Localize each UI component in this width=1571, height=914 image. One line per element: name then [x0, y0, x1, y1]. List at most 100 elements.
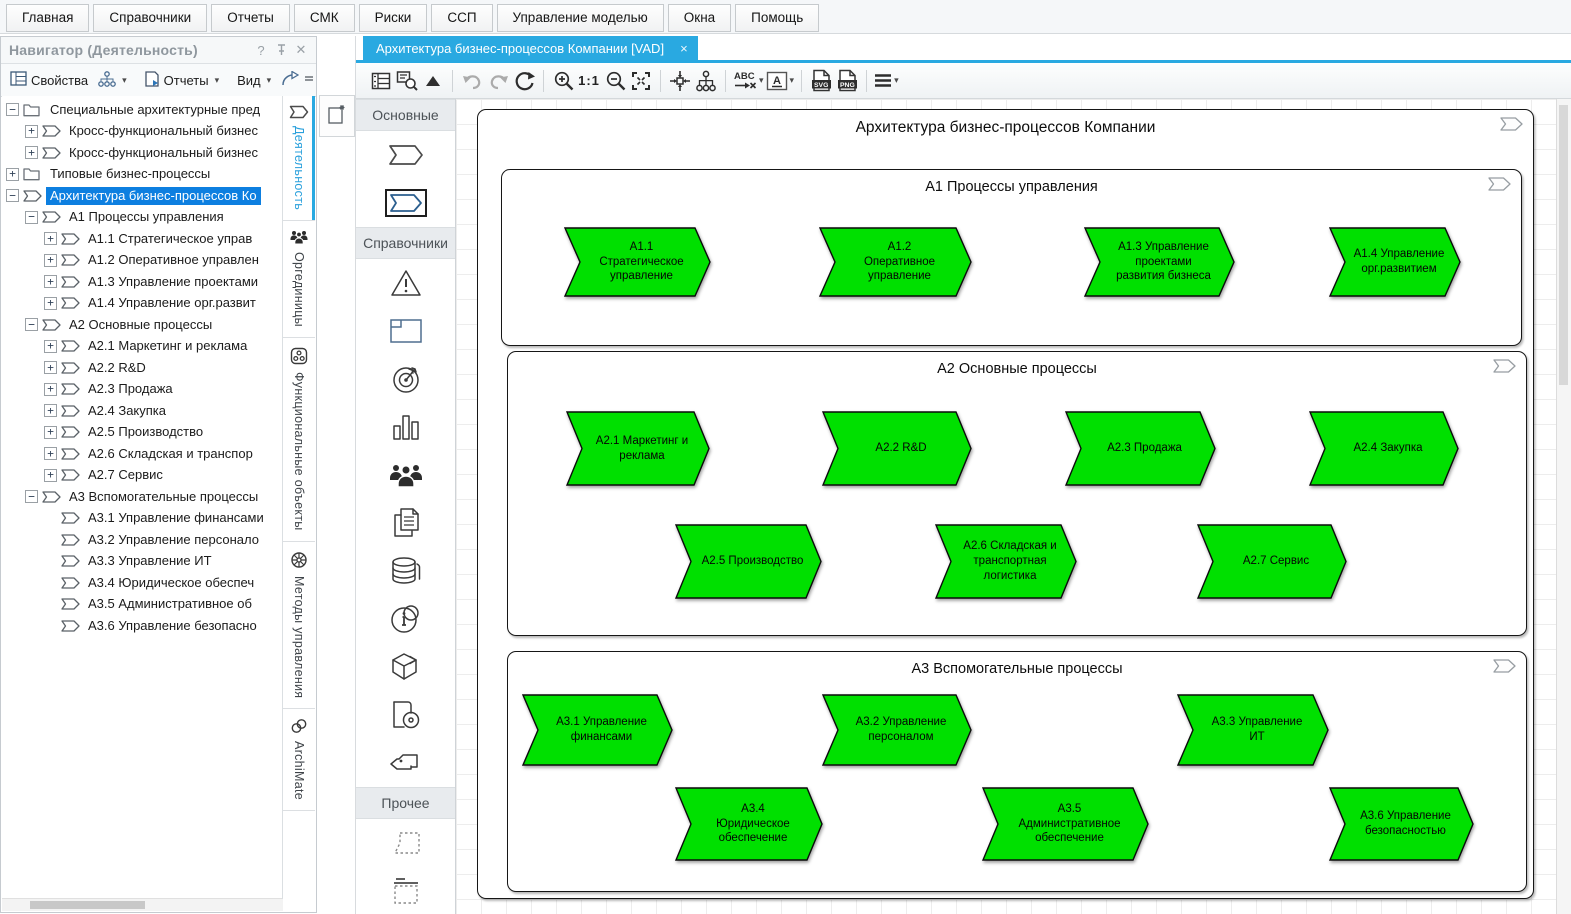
tree-expander-minus[interactable]: − — [25, 490, 38, 503]
font-style-button[interactable]: A▾ — [765, 68, 796, 94]
tree-expander-plus[interactable]: + — [44, 469, 57, 482]
menu-item-ССП[interactable]: ССП — [431, 4, 492, 32]
close-icon[interactable]: ✕ — [292, 41, 310, 59]
category-tab-Деятельность[interactable]: Деятельность — [283, 96, 315, 221]
palette-item-documents[interactable] — [356, 499, 455, 547]
tree-expander-plus[interactable]: + — [44, 275, 57, 288]
pin-icon[interactable] — [272, 41, 290, 59]
export-png-button[interactable]: PNG — [834, 68, 860, 94]
tree-item[interactable]: +Кросс-функциональный бизнес — [2, 121, 283, 143]
process-shape[interactable]: А1.2 Оперативное управление — [819, 227, 972, 297]
hierarchy-button[interactable]: ▾ — [93, 68, 132, 93]
tree-layout-button[interactable] — [693, 68, 719, 94]
process-shape[interactable]: А3.5 Административное обеспечение — [982, 787, 1149, 861]
tree-item[interactable]: −Архитектура бизнес-процессов Ко — [2, 185, 283, 207]
new-view-button[interactable] — [319, 95, 355, 137]
tree-item[interactable]: +А2.4 Закупка — [2, 400, 283, 422]
tree-item[interactable]: А3.4 Юридическое обеспеч — [2, 572, 283, 594]
close-icon[interactable]: × — [680, 41, 688, 56]
properties-button[interactable] — [368, 68, 394, 94]
help-icon[interactable]: ? — [252, 41, 270, 59]
tree-expander-plus[interactable]: + — [44, 426, 57, 439]
process-shape[interactable]: А2.3 Продажа — [1065, 411, 1216, 486]
properties-button[interactable]: Свойства — [5, 68, 93, 92]
tree-item[interactable]: −Специальные архитектурные пред — [2, 99, 283, 121]
menu-item-Справочники[interactable]: Справочники — [93, 4, 207, 32]
canvas-vertical-scrollbar[interactable] — [1556, 99, 1571, 914]
tree-expander-plus[interactable]: + — [25, 146, 38, 159]
palette-item-tags[interactable] — [356, 739, 455, 787]
palette-item-cube[interactable] — [356, 643, 455, 691]
scrollbar-thumb[interactable] — [30, 901, 145, 909]
menu-item-Управление моделью[interactable]: Управление моделью — [497, 4, 664, 32]
tree-expander-plus[interactable]: + — [44, 340, 57, 353]
category-tab-Оргединицы[interactable]: Оргединицы — [283, 221, 315, 338]
diagram-canvas[interactable]: Архитектура бизнес-процессов КомпанииА1 … — [456, 99, 1571, 914]
tree-item[interactable]: +Типовые бизнес-процессы — [2, 164, 283, 186]
palette-item-target[interactable] — [356, 355, 455, 403]
tree-item[interactable]: +А1.2 Оперативное управлен — [2, 250, 283, 272]
hide-labels-button[interactable]: ABC▾ — [732, 68, 765, 94]
palette-item-database[interactable] — [356, 547, 455, 595]
tree-expander-plus[interactable]: + — [44, 361, 57, 374]
find-on-diagram-button[interactable] — [394, 68, 420, 94]
menu-item-Помощь[interactable]: Помощь — [735, 4, 819, 32]
fit-content-button[interactable] — [667, 68, 693, 94]
fit-screen-button[interactable] — [628, 68, 654, 94]
tree-item[interactable]: +А1.1 Стратегическое управ — [2, 228, 283, 250]
palette-item-dashed-shape[interactable] — [356, 819, 455, 867]
tree-item[interactable]: А3.6 Управление безопасно — [2, 615, 283, 637]
tree-expander-plus[interactable]: + — [6, 168, 19, 181]
tree-expander-minus[interactable]: − — [25, 318, 38, 331]
process-shape[interactable]: А1.3 Управление проектами развития бизне… — [1084, 227, 1235, 297]
diagram-menu-button[interactable]: ▾ — [873, 68, 900, 94]
palette-item-bar-chart[interactable] — [356, 403, 455, 451]
undo-button[interactable] — [459, 68, 485, 94]
palette-item-warning-triangle[interactable] — [356, 259, 455, 307]
tree-item[interactable]: +А2.5 Производство — [2, 422, 283, 444]
palette-item-info[interactable] — [356, 595, 455, 643]
tree-expander-plus[interactable]: + — [44, 297, 57, 310]
menu-item-Главная[interactable]: Главная — [6, 4, 89, 32]
menu-item-Риски[interactable]: Риски — [359, 4, 428, 32]
diagram-tab[interactable]: Архитектура бизнес-процессов Компании [V… — [363, 36, 698, 60]
palette-item-frame[interactable] — [356, 307, 455, 355]
tree-expander-plus[interactable]: + — [44, 404, 57, 417]
tree-expander-minus[interactable]: − — [25, 211, 38, 224]
tree-expander-minus[interactable]: − — [6, 189, 19, 202]
share-button[interactable] — [276, 68, 304, 92]
process-shape[interactable]: А2.1 Маркетинг и реклама — [566, 411, 710, 486]
process-shape[interactable]: А3.4 Юридическое обеспечение — [675, 787, 823, 861]
tree-item[interactable]: +А2.7 Сервис — [2, 465, 283, 487]
zoom-1-1-button[interactable]: 1:1 — [576, 68, 602, 94]
tree-item[interactable]: А3.1 Управление финансами — [2, 508, 283, 530]
tree-item[interactable]: +Кросс-функциональный бизнес — [2, 142, 283, 164]
tree-item[interactable]: +А2.1 Маркетинг и реклама — [2, 336, 283, 358]
tree-item[interactable]: +А1.4 Управление орг.развит — [2, 293, 283, 315]
redo-button[interactable] — [485, 68, 511, 94]
process-shape[interactable]: А1.4 Управление орг.развитием — [1329, 227, 1461, 297]
export-svg-button[interactable]: SVG — [808, 68, 834, 94]
process-shape[interactable]: А3.3 Управление ИТ — [1177, 694, 1329, 766]
process-shape[interactable]: А3.6 Управление безопасностью — [1329, 787, 1474, 861]
tree-item[interactable]: А3.2 Управление персонало — [2, 529, 283, 551]
zoom-out-button[interactable] — [602, 68, 628, 94]
process-shape[interactable]: А2.6 Складская и транспортная логистика — [935, 524, 1077, 599]
tree-expander-plus[interactable]: + — [44, 447, 57, 460]
menu-item-СМК[interactable]: СМК — [294, 4, 355, 32]
tree-item[interactable]: −А1 Процессы управления — [2, 207, 283, 229]
tree-item[interactable]: +А2.6 Складская и транспор — [2, 443, 283, 465]
zoom-in-button[interactable] — [550, 68, 576, 94]
tree-item[interactable]: −А3 Вспомогательные процессы — [2, 486, 283, 508]
palette-item-vad-process-selected[interactable] — [356, 179, 455, 227]
view-button[interactable]: Вид ▾ — [232, 70, 276, 91]
menu-item-Окна[interactable]: Окна — [668, 4, 731, 32]
tree-horizontal-scrollbar[interactable] — [2, 898, 283, 911]
scrollbar-thumb[interactable] — [1559, 105, 1568, 385]
palette-item-document-disc[interactable] — [356, 691, 455, 739]
tree-item[interactable]: +А2.2 R&D — [2, 357, 283, 379]
palette-item-people-group[interactable] — [356, 451, 455, 499]
tree-expander-plus[interactable]: + — [44, 383, 57, 396]
category-tab-Функциональные объекты[interactable]: Функциональные объекты — [283, 338, 315, 542]
process-shape[interactable]: А3.2 Управление персоналом — [822, 694, 972, 766]
